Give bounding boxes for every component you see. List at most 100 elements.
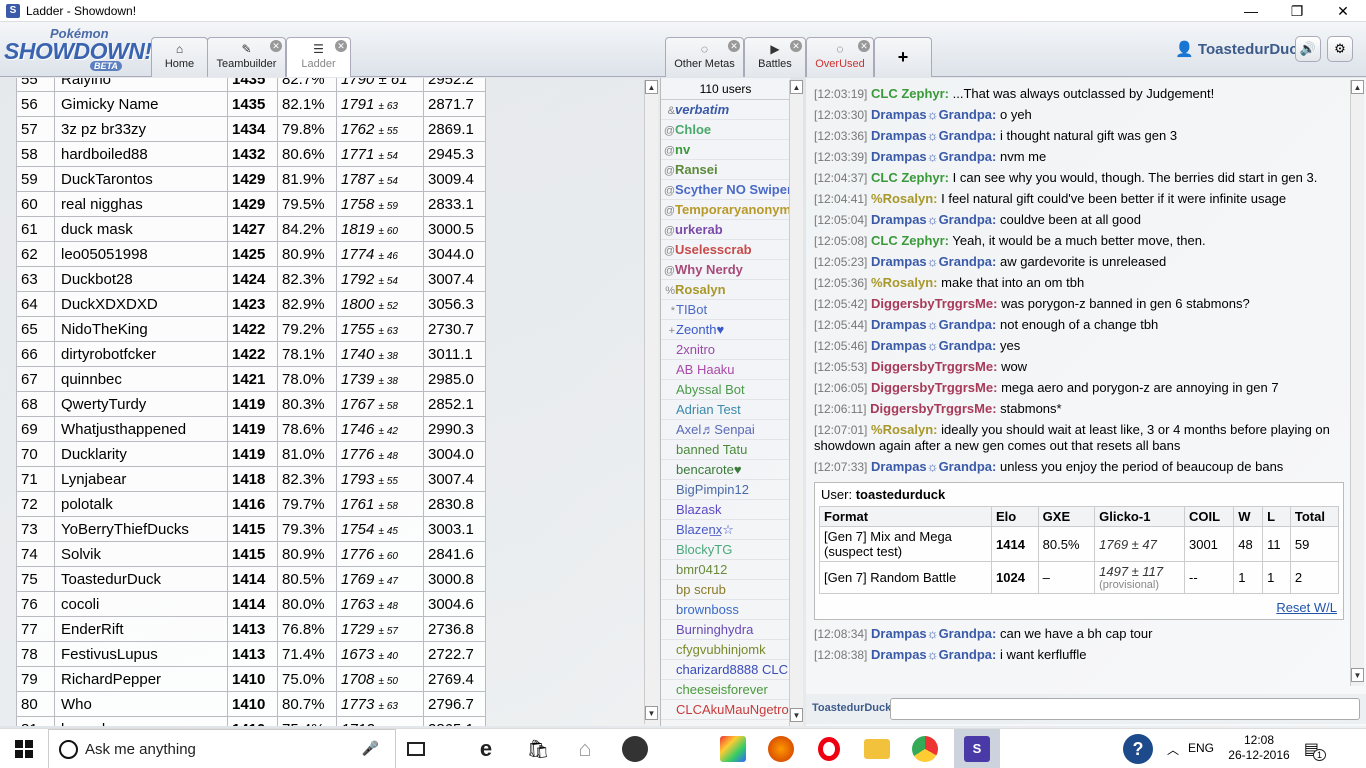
close-icon[interactable]: ✕ <box>728 40 740 52</box>
userlist-item[interactable]: @Temporaryanonymous <box>661 200 790 220</box>
chat-author[interactable]: Drampas☼Grandpa: <box>871 647 996 662</box>
userlist-item[interactable]: charizard8888 CLC <box>661 660 790 680</box>
player-name-cell[interactable]: polotalk <box>54 491 228 517</box>
player-name-cell[interactable]: hardboiled88 <box>54 141 228 167</box>
tab-battles[interactable]: ▶ Battles ✕ <box>744 37 806 77</box>
tab-other-metas[interactable]: ◌ Other Metas ✕ <box>665 37 744 77</box>
userlist-item[interactable]: brownboss <box>661 600 790 620</box>
userlist-item[interactable]: bp scrub <box>661 580 790 600</box>
userlist-item[interactable]: 2xnitro <box>661 340 790 360</box>
language-indicator[interactable]: ENG <box>1188 741 1214 755</box>
store-icon[interactable]: 🛍 <box>522 729 554 768</box>
taskbar-search[interactable]: Ask me anything 🎤 <box>48 729 396 768</box>
chat-author[interactable]: CLC Zephyr: <box>871 170 949 185</box>
player-name-cell[interactable]: Lynjabear <box>54 466 228 492</box>
player-name-cell[interactable]: quinnbec <box>54 366 228 392</box>
chat-author[interactable]: Drampas☼Grandpa: <box>871 254 996 269</box>
file-explorer-icon[interactable] <box>862 729 892 768</box>
scroll-down-icon[interactable]: ▼ <box>790 708 803 722</box>
webcam-app-icon[interactable] <box>620 729 650 768</box>
close-icon[interactable]: ✕ <box>335 40 347 52</box>
player-name-cell[interactable]: FestivusLupus <box>54 641 228 667</box>
player-name-cell[interactable]: Whatjusthappened <box>54 416 228 442</box>
chat-author[interactable]: Drampas☼Grandpa: <box>871 459 996 474</box>
userlist-item[interactable]: %Rosalyn <box>661 280 790 300</box>
player-name-cell[interactable]: DuckTarontos <box>54 166 228 192</box>
userlist-item[interactable]: +Zeonth♥ <box>661 320 790 340</box>
start-button[interactable] <box>0 729 48 768</box>
scroll-up-icon[interactable]: ▲ <box>790 80 803 94</box>
chat-author[interactable]: Drampas☼Grandpa: <box>871 626 996 641</box>
chat-author[interactable]: Drampas☼Grandpa: <box>871 212 996 227</box>
settings-button[interactable]: ⚙ <box>1327 36 1353 62</box>
scroll-down-icon[interactable]: ▼ <box>1351 668 1364 682</box>
userlist-scrollbar[interactable]: ▲ ▼ <box>789 80 803 726</box>
userlist-item[interactable]: Abyssal Bot <box>661 380 790 400</box>
showdown-logo[interactable]: Pokémon SHOWDOWN! BETA <box>4 26 152 74</box>
home-app-icon[interactable]: ⌂ <box>568 729 602 768</box>
chat-author[interactable]: CLC Zephyr: <box>871 86 949 101</box>
userlist-item[interactable]: Burninghydra <box>661 620 790 640</box>
userlist-item[interactable]: banned Tatu <box>661 440 790 460</box>
chrome-icon[interactable] <box>910 729 940 768</box>
player-name-cell[interactable]: RichardPepper <box>54 666 228 692</box>
userlist-item[interactable]: &verbatim <box>661 100 790 120</box>
player-name-cell[interactable]: Gimicky Name <box>54 91 228 117</box>
clock[interactable]: 12:08 26-12-2016 <box>1224 733 1294 763</box>
chat-author[interactable]: %Rosalyn: <box>871 191 937 206</box>
userlist-item[interactable]: *TIBot <box>661 300 790 320</box>
paint-app-icon[interactable] <box>718 729 748 768</box>
userlist-item[interactable]: Blazen͟x☆ <box>661 520 790 540</box>
chat-author[interactable]: DiggersbyTrggrsMe: <box>871 296 997 311</box>
chat-input[interactable] <box>890 698 1360 720</box>
userlist-item[interactable]: cfygvubhinjomk <box>661 640 790 660</box>
player-name-cell[interactable]: cocoli <box>54 591 228 617</box>
close-icon[interactable]: ✕ <box>270 40 282 52</box>
chat-author[interactable]: Drampas☼Grandpa: <box>871 107 996 122</box>
player-name-cell[interactable]: Ralyino <box>54 78 228 92</box>
player-name-cell[interactable]: QwertyTurdy <box>54 391 228 417</box>
player-name-cell[interactable]: real nigghas <box>54 191 228 217</box>
close-button[interactable]: ✕ <box>1320 0 1366 22</box>
chat-author[interactable]: CLC Zephyr: <box>871 233 949 248</box>
userlist-item[interactable]: CLCAkuMauNgetroll <box>661 700 790 720</box>
chat-author[interactable]: Drampas☼Grandpa: <box>871 128 996 143</box>
userlist-item[interactable]: Axel♬Senpai <box>661 420 790 440</box>
new-tab-button[interactable]: + <box>874 37 932 77</box>
userlist-item[interactable]: AB Haaku <box>661 360 790 380</box>
reset-wl-link[interactable]: Reset W/L <box>819 594 1339 615</box>
player-name-cell[interactable]: 3z pz br33zy <box>54 116 228 142</box>
userlist-item[interactable]: Adrian Test <box>661 400 790 420</box>
ladder-scrollbar[interactable]: ▲ ▼ <box>644 80 658 724</box>
player-name-cell[interactable]: leo05051998 <box>54 241 228 267</box>
chat-author[interactable]: %Rosalyn: <box>871 422 937 437</box>
microphone-icon[interactable]: 🎤 <box>362 740 379 757</box>
player-name-cell[interactable]: EnderRift <box>54 616 228 642</box>
chat-author[interactable]: DiggersbyTrggrsMe: <box>871 380 997 395</box>
player-name-cell[interactable]: Ducklarity <box>54 441 228 467</box>
user-menu[interactable]: 👤 ToastedurDuck <box>1175 40 1306 58</box>
player-name-cell[interactable]: DuckXDXDXD <box>54 291 228 317</box>
userlist-item[interactable]: bmr0412 <box>661 560 790 580</box>
player-name-cell[interactable]: duck mask <box>54 216 228 242</box>
opera-icon[interactable] <box>814 729 844 768</box>
chat-scrollbar[interactable]: ▲ ▼ <box>1350 80 1364 686</box>
player-name-cell[interactable]: Who <box>54 691 228 717</box>
notifications-icon[interactable]: ▤ 1 <box>1300 729 1330 768</box>
player-name-cell[interactable]: NidoTheKing <box>54 316 228 342</box>
close-icon[interactable]: ✕ <box>858 40 870 52</box>
maximize-button[interactable]: ❐ <box>1274 0 1320 22</box>
userlist-item[interactable]: cheeseisforever <box>661 680 790 700</box>
userlist-item[interactable]: @nv <box>661 140 790 160</box>
tab-home[interactable]: ⌂ Home <box>151 37 208 77</box>
chevron-up-icon[interactable]: ︿ <box>1162 729 1184 768</box>
userlist-item[interactable]: BigPimpin12 <box>661 480 790 500</box>
chat-author[interactable]: %Rosalyn: <box>871 275 937 290</box>
chat-author[interactable]: Drampas☼Grandpa: <box>871 338 996 353</box>
tab-ladder[interactable]: ☰ Ladder ✕ <box>286 37 351 77</box>
player-name-cell[interactable]: ToastedurDuck <box>54 566 228 592</box>
help-icon[interactable]: ? <box>1120 729 1156 768</box>
sound-button[interactable]: 🔊 <box>1295 36 1321 62</box>
minimize-button[interactable]: — <box>1228 0 1274 22</box>
player-name-cell[interactable]: YoBerryThiefDucks <box>54 516 228 542</box>
